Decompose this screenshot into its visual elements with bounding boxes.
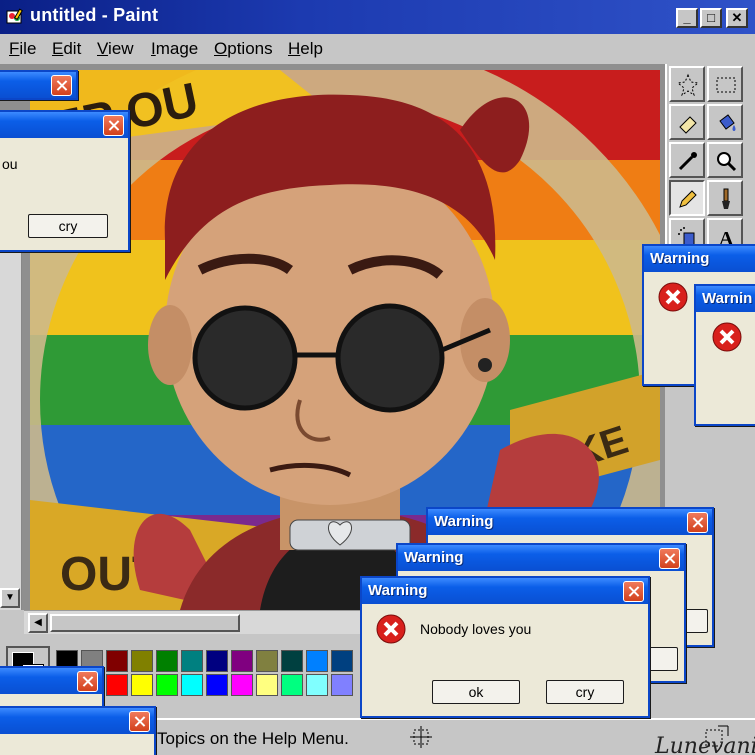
color-swatch[interactable] — [106, 674, 128, 696]
status-text: Topics on the Help Menu. — [157, 729, 349, 748]
cry-button[interactable]: cry — [28, 214, 108, 238]
error-icon — [658, 282, 688, 312]
color-swatch[interactable] — [181, 674, 203, 696]
color-swatch[interactable] — [306, 650, 328, 672]
paint-app-icon — [6, 8, 23, 24]
dialog-title-bar[interactable]: Warning — [362, 578, 648, 604]
menu-options[interactable]: Options — [214, 39, 273, 59]
error-icon — [712, 322, 742, 352]
scroll-down-arrow-icon[interactable]: ▼ — [0, 588, 20, 608]
ok-button[interactable]: ok — [432, 680, 520, 704]
menu-image[interactable]: Image — [151, 39, 198, 59]
dialog-partial-top[interactable] — [0, 70, 78, 100]
color-swatch[interactable] — [256, 674, 278, 696]
dialog-message: ou — [2, 156, 18, 172]
color-swatch[interactable] — [206, 650, 228, 672]
toolbox: A — [665, 64, 755, 264]
color-swatch[interactable] — [206, 674, 228, 696]
rect-select-icon[interactable] — [707, 66, 743, 102]
color-swatch[interactable] — [331, 674, 353, 696]
color-swatch[interactable] — [281, 650, 303, 672]
color-swatch[interactable] — [281, 674, 303, 696]
dialog-title-bar[interactable]: Warnin — [696, 286, 755, 312]
menu-help[interactable]: Help — [288, 39, 323, 59]
close-icon[interactable] — [77, 671, 98, 692]
window-title: untitled - Paint — [30, 5, 159, 25]
color-swatch[interactable] — [106, 650, 128, 672]
color-swatch[interactable] — [156, 650, 178, 672]
error-icon — [376, 614, 406, 644]
close-icon[interactable] — [687, 512, 708, 533]
menu-bar: File Edit View Image Options Help — [0, 34, 755, 64]
color-swatch[interactable] — [256, 650, 278, 672]
dialog-title: Warning — [650, 250, 710, 267]
paint-title-bar[interactable]: untitled - Paint _ □ ✕ — [0, 0, 755, 34]
close-icon[interactable] — [659, 548, 680, 569]
dialog-title: Warning — [434, 513, 494, 530]
minimize-button[interactable]: _ — [676, 8, 698, 28]
warning-dialog-front[interactable]: Warning Nobody loves you ok cry — [360, 576, 650, 718]
dialog-title-bar[interactable]: Warning — [644, 246, 755, 272]
close-icon[interactable] — [103, 115, 124, 136]
dialog-title: Warning — [368, 582, 428, 599]
close-icon[interactable] — [129, 711, 150, 732]
color-swatch[interactable] — [231, 674, 253, 696]
warning-dialog-right-2[interactable]: Warnin — [694, 284, 755, 426]
close-icon[interactable] — [51, 75, 72, 96]
menu-file[interactable]: File — [9, 39, 36, 59]
dialog-title: Warning — [404, 549, 464, 566]
free-select-icon[interactable] — [669, 66, 705, 102]
close-icon[interactable] — [623, 581, 644, 602]
dialog-message: Nobody loves you — [420, 621, 532, 637]
dialog-title: Warnin — [702, 290, 753, 307]
maximize-button[interactable]: □ — [700, 8, 722, 28]
color-swatch[interactable] — [156, 674, 178, 696]
cry-button[interactable] — [648, 647, 678, 671]
scroll-thumb[interactable] — [50, 614, 240, 632]
close-button[interactable]: ✕ — [726, 8, 748, 28]
magnifier-icon[interactable] — [707, 142, 743, 178]
eraser-icon[interactable] — [669, 104, 705, 140]
dialog-title-bar[interactable]: Warning — [398, 545, 684, 571]
fill-bucket-icon[interactable] — [707, 104, 743, 140]
dialog-partial-cry[interactable]: ou cry — [0, 110, 130, 252]
color-swatch[interactable] — [181, 650, 203, 672]
pencil-icon[interactable] — [669, 180, 705, 216]
brush-icon[interactable] — [707, 180, 743, 216]
cursor-position-icon — [410, 726, 432, 748]
artist-signature: Lunevani — [655, 734, 755, 755]
scroll-left-arrow-icon[interactable]: ◀ — [28, 613, 48, 633]
color-swatch[interactable] — [231, 650, 253, 672]
color-picker-icon[interactable] — [669, 142, 705, 178]
menu-edit[interactable]: Edit — [52, 39, 81, 59]
dialog-partial-bottom-2[interactable] — [0, 706, 156, 755]
color-swatch[interactable] — [306, 674, 328, 696]
menu-view[interactable]: View — [97, 39, 134, 59]
color-swatch[interactable] — [331, 650, 353, 672]
color-swatch[interactable] — [131, 674, 153, 696]
color-swatch[interactable] — [131, 650, 153, 672]
vertical-scrollbar[interactable]: ▼ — [0, 250, 22, 610]
cry-button[interactable]: cry — [546, 680, 624, 704]
dialog-title-bar[interactable]: Warning — [428, 509, 712, 535]
